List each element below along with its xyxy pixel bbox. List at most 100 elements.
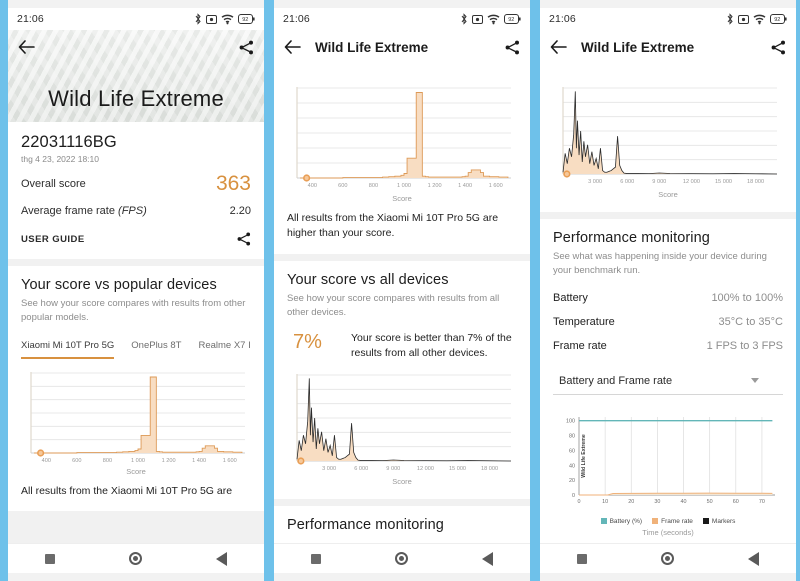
device-tabs[interactable]: Xiaomi Mi 10T Pro 5G OnePlus 8T Realme X… xyxy=(21,336,251,359)
all-devices-histogram-chart: 3 000 6 000 9 000 12 000 15 000 18 000 Score xyxy=(553,84,783,199)
performance-key: Frame rate xyxy=(553,339,607,352)
metric-select[interactable]: Battery and Frame rate xyxy=(553,368,783,395)
status-bar: 21:06 92 xyxy=(274,8,530,30)
svg-text:1 000: 1 000 xyxy=(397,183,411,189)
back-triangle-icon[interactable] xyxy=(482,551,493,566)
back-arrow-icon[interactable] xyxy=(550,40,567,54)
battery-icon: 92 xyxy=(238,14,255,24)
svg-text:1 400: 1 400 xyxy=(458,183,472,189)
nav-bar[interactable] xyxy=(274,543,530,573)
svg-text:40: 40 xyxy=(681,499,687,505)
svg-text:20: 20 xyxy=(628,499,634,505)
device-tab-1[interactable]: OnePlus 8T xyxy=(131,336,181,359)
average-frame-rate-value: 2.20 xyxy=(229,205,251,217)
app-bar xyxy=(8,30,264,64)
performance-monitoring-subtitle: See what was happening inside your devic… xyxy=(553,251,767,276)
svg-text:18 000: 18 000 xyxy=(481,466,498,472)
battery-icon: 92 xyxy=(504,14,521,24)
scroll-body[interactable]: 400 600 800 1 000 1 200 1 400 1 600 Score All … xyxy=(274,64,530,543)
wifi-icon xyxy=(221,14,234,24)
hero-banner: Wild Life Extreme xyxy=(8,30,264,122)
average-frame-rate-row: Average frame rate (FPS) 2.20 xyxy=(21,196,251,219)
legend-item-markers: Markers xyxy=(702,518,735,525)
status-bar-icons: 92 xyxy=(460,13,521,25)
back-triangle-icon[interactable] xyxy=(748,551,759,566)
recents-square-icon[interactable] xyxy=(45,553,55,564)
percentile-row: 7% Your score is better than 7% of the r… xyxy=(287,331,517,361)
svg-text:40: 40 xyxy=(569,463,575,469)
phone-screen-3: 21:06 92 Wild Life Extreme 3 000 6 000 9… xyxy=(540,0,796,581)
svg-text:60: 60 xyxy=(569,448,575,454)
bluetooth-icon xyxy=(195,13,201,25)
popular-devices-card-continued: 400 600 800 1 000 1 200 1 400 1 600 Score All … xyxy=(274,64,530,254)
svg-text:600: 600 xyxy=(72,458,81,464)
performance-chart-legend: Battery (%) Frame rate Markers xyxy=(553,518,783,525)
scroll-body[interactable]: 3 000 6 000 9 000 12 000 15 000 18 000 Score … xyxy=(540,64,796,543)
svg-text:20: 20 xyxy=(569,478,575,484)
popular-devices-subtitle: See how your score compares with results… xyxy=(21,298,246,323)
chevron-down-icon[interactable] xyxy=(751,378,759,384)
recents-square-icon[interactable] xyxy=(577,553,587,564)
share-icon[interactable] xyxy=(505,40,520,55)
all-devices-histogram-xlabel: Score xyxy=(392,477,412,487)
app-bar: Wild Life Extreme xyxy=(540,30,796,64)
performance-chart-xlabel: Time (seconds) xyxy=(642,527,694,537)
app-bar-title: Wild Life Extreme xyxy=(581,39,695,55)
svg-text:92: 92 xyxy=(242,17,248,23)
legend-swatch xyxy=(702,518,709,525)
svg-text:1 600: 1 600 xyxy=(489,183,503,189)
device-tab-0[interactable]: Xiaomi Mi 10T Pro 5G xyxy=(21,336,115,359)
svg-text:600: 600 xyxy=(338,183,347,189)
popular-histogram-chart: 400 600 800 1 000 1 200 1 400 1 600 Score xyxy=(287,84,517,203)
svg-text:3 000: 3 000 xyxy=(322,466,336,472)
share-icon[interactable] xyxy=(239,40,254,55)
all-devices-title: Your score vs all devices xyxy=(287,271,449,288)
bluetooth-icon xyxy=(461,13,467,25)
performance-monitoring-chart: 0 20 40 60 80 100 0 10 20 30 40 50 60 70 Wild Life Ext… xyxy=(553,409,783,537)
svg-text:100: 100 xyxy=(566,418,575,424)
performance-key: Temperature xyxy=(553,315,615,328)
svg-text:400: 400 xyxy=(42,458,51,464)
overall-score-row: Overall score 363 xyxy=(21,164,251,196)
svg-text:92: 92 xyxy=(508,17,514,23)
popular-devices-card: Your score vs popular devices See how yo… xyxy=(8,266,264,512)
svg-text:12 000: 12 000 xyxy=(417,466,434,472)
performance-row-battery: Battery 100% to 100% xyxy=(553,286,783,310)
status-bar-time: 21:06 xyxy=(17,13,44,25)
phone-screen-2: 21:06 92 Wild Life Extreme 400 600 800 1… xyxy=(274,0,530,581)
home-circle-icon[interactable] xyxy=(129,552,142,565)
share-icon[interactable] xyxy=(237,232,251,246)
device-tab-2[interactable]: Realme X7 I xyxy=(198,336,250,359)
all-devices-card-continued: 3 000 6 000 9 000 12 000 15 000 18 000 Score xyxy=(540,64,796,212)
svg-text:1 400: 1 400 xyxy=(192,458,206,464)
wifi-icon xyxy=(753,14,766,24)
user-guide-row[interactable]: USER GUIDE xyxy=(21,219,251,246)
svg-text:15 000: 15 000 xyxy=(449,466,466,472)
nav-bar[interactable] xyxy=(540,543,796,573)
back-arrow-icon[interactable] xyxy=(284,40,301,54)
alarm-icon xyxy=(206,14,217,24)
home-circle-icon[interactable] xyxy=(661,552,674,565)
average-frame-rate-label: Average frame rate (FPS) xyxy=(21,205,147,217)
svg-text:6 000: 6 000 xyxy=(620,179,634,185)
legend-swatch xyxy=(652,518,659,525)
share-icon[interactable] xyxy=(771,40,786,55)
nav-bar[interactable] xyxy=(8,543,264,573)
performance-key: Battery xyxy=(553,291,588,304)
recents-square-icon[interactable] xyxy=(311,553,321,564)
svg-text:30: 30 xyxy=(654,499,660,505)
alarm-icon xyxy=(738,14,749,24)
popular-caption: All results from the Xiaomi Mi 10T Pro 5… xyxy=(287,212,499,239)
performance-monitoring-title: Performance monitoring xyxy=(553,230,710,246)
popular-histogram-xlabel: Score xyxy=(392,194,412,203)
svg-text:800: 800 xyxy=(369,183,378,189)
svg-text:15 000: 15 000 xyxy=(715,179,732,185)
back-arrow-icon[interactable] xyxy=(18,40,35,54)
svg-text:92: 92 xyxy=(774,17,780,23)
home-circle-icon[interactable] xyxy=(395,552,408,565)
wifi-icon xyxy=(487,14,500,24)
scroll-body[interactable]: 22031116BG thg 4 23, 2022 18:10 Overall … xyxy=(8,122,264,543)
back-triangle-icon[interactable] xyxy=(216,551,227,566)
svg-text:3 000: 3 000 xyxy=(588,179,602,185)
hero-title: Wild Life Extreme xyxy=(48,86,224,111)
